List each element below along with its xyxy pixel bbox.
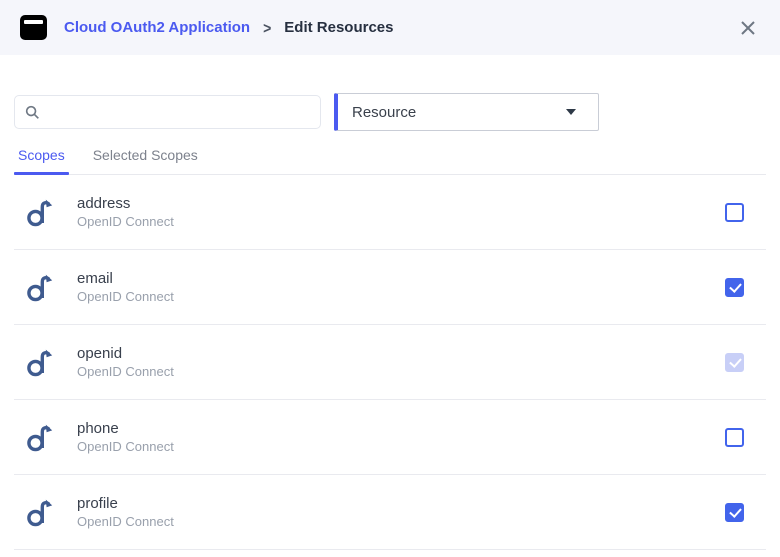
scope-text: profile OpenID Connect bbox=[77, 494, 174, 530]
search-input[interactable] bbox=[48, 104, 310, 120]
scope-list: address OpenID Connect email OpenID Conn… bbox=[14, 175, 766, 550]
breadcrumb-separator-icon: > bbox=[263, 18, 271, 36]
scope-provider: OpenID Connect bbox=[77, 288, 174, 305]
breadcrumb: Cloud OAuth2 Application > Edit Resource… bbox=[64, 19, 394, 36]
chevron-down-icon bbox=[566, 109, 576, 115]
scope-row: openid OpenID Connect bbox=[14, 325, 766, 400]
page-title: Edit Resources bbox=[284, 19, 393, 36]
scope-row: phone OpenID Connect bbox=[14, 400, 766, 475]
scope-name: openid bbox=[77, 344, 174, 363]
scope-checkbox[interactable] bbox=[725, 503, 744, 522]
scope-provider: OpenID Connect bbox=[77, 513, 174, 530]
openid-icon bbox=[24, 196, 54, 228]
close-icon bbox=[740, 20, 756, 36]
resource-filter-value: Resource bbox=[352, 104, 566, 121]
openid-icon bbox=[24, 346, 54, 378]
breadcrumb-parent-link[interactable]: Cloud OAuth2 Application bbox=[64, 19, 250, 36]
openid-icon bbox=[24, 421, 54, 453]
search-icon bbox=[25, 105, 40, 120]
scope-row: profile OpenID Connect bbox=[14, 475, 766, 550]
scope-provider: OpenID Connect bbox=[77, 438, 174, 455]
scope-text: openid OpenID Connect bbox=[77, 344, 174, 380]
toolbar: Resource bbox=[0, 93, 780, 131]
scope-name: phone bbox=[77, 419, 174, 438]
resource-filter-select[interactable]: Resource bbox=[334, 93, 599, 131]
scope-row: address OpenID Connect bbox=[14, 175, 766, 250]
scope-name: address bbox=[77, 194, 174, 213]
openid-icon bbox=[24, 496, 54, 528]
tab-selected-scopes[interactable]: Selected Scopes bbox=[89, 147, 202, 174]
scope-row: email OpenID Connect bbox=[14, 250, 766, 325]
scope-text: address OpenID Connect bbox=[77, 194, 174, 230]
scope-checkbox[interactable] bbox=[725, 203, 744, 222]
close-button[interactable] bbox=[736, 16, 760, 40]
dialog-header: Cloud OAuth2 Application > Edit Resource… bbox=[0, 0, 780, 55]
openid-icon bbox=[24, 271, 54, 303]
application-window-icon bbox=[20, 15, 47, 40]
scope-checkbox[interactable] bbox=[725, 278, 744, 297]
scope-name: email bbox=[77, 269, 174, 288]
scope-checkbox bbox=[725, 353, 744, 372]
scope-name: profile bbox=[77, 494, 174, 513]
scope-provider: OpenID Connect bbox=[77, 213, 174, 230]
scope-provider: OpenID Connect bbox=[77, 363, 174, 380]
scope-text: email OpenID Connect bbox=[77, 269, 174, 305]
scope-text: phone OpenID Connect bbox=[77, 419, 174, 455]
tab-scopes[interactable]: Scopes bbox=[14, 147, 69, 174]
tab-bar: Scopes Selected Scopes bbox=[14, 147, 766, 175]
scope-checkbox[interactable] bbox=[725, 428, 744, 447]
search-box[interactable] bbox=[14, 95, 321, 129]
